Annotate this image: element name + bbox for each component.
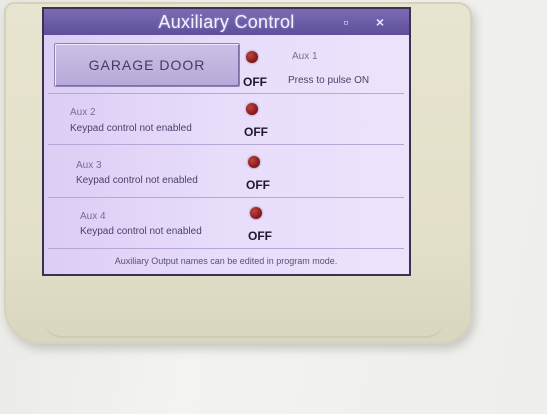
aux-4-status-led — [250, 207, 262, 219]
touch-screen: Auxiliary Control ▫ × GARAGE DOOR OFF Au… — [42, 7, 411, 276]
aux-2-state: OFF — [244, 125, 268, 139]
aux-3-name: Aux 3 — [76, 160, 102, 171]
aux-row-1: GARAGE DOOR OFF Aux 1 Press to pulse ON — [48, 39, 404, 94]
aux-3-description: Keypad control not enabled — [76, 175, 198, 186]
aux-4-name: Aux 4 — [80, 211, 106, 222]
aux-row-3: Aux 3 Keypad control not enabled OFF — [48, 144, 404, 198]
aux-3-status-led — [248, 156, 260, 168]
minimize-icon[interactable]: ▫ — [337, 13, 355, 31]
garage-door-button[interactable]: GARAGE DOOR — [54, 43, 240, 87]
aux-4-description: Keypad control not enabled — [80, 226, 202, 237]
aux-2-name: Aux 2 — [70, 107, 96, 118]
aux-control-panel: GARAGE DOOR OFF Aux 1 Press to pulse ON … — [44, 35, 409, 274]
aux-4-state: OFF — [248, 229, 272, 243]
title-bar: Auxiliary Control ▫ × — [44, 9, 409, 35]
aux-3-state: OFF — [246, 178, 270, 192]
aux-2-status-led — [246, 103, 258, 115]
bezel-bottom-edge — [44, 320, 444, 338]
keypad-bezel: Auxiliary Control ▫ × GARAGE DOOR OFF Au… — [4, 2, 472, 344]
aux-1-name: Aux 1 — [292, 51, 318, 62]
aux-1-status-led — [246, 51, 258, 63]
aux-row-4: Aux 4 Keypad control not enabled OFF — [48, 197, 404, 249]
aux-2-description: Keypad control not enabled — [70, 123, 192, 134]
window-title: Auxiliary Control — [158, 11, 295, 32]
aux-row-2: Aux 2 Keypad control not enabled OFF — [48, 93, 404, 145]
footer-note: Auxiliary Output names can be edited in … — [114, 256, 338, 266]
close-icon[interactable]: × — [371, 13, 389, 31]
aux-1-state: OFF — [243, 75, 267, 89]
aux-1-description: Press to pulse ON — [288, 75, 370, 86]
